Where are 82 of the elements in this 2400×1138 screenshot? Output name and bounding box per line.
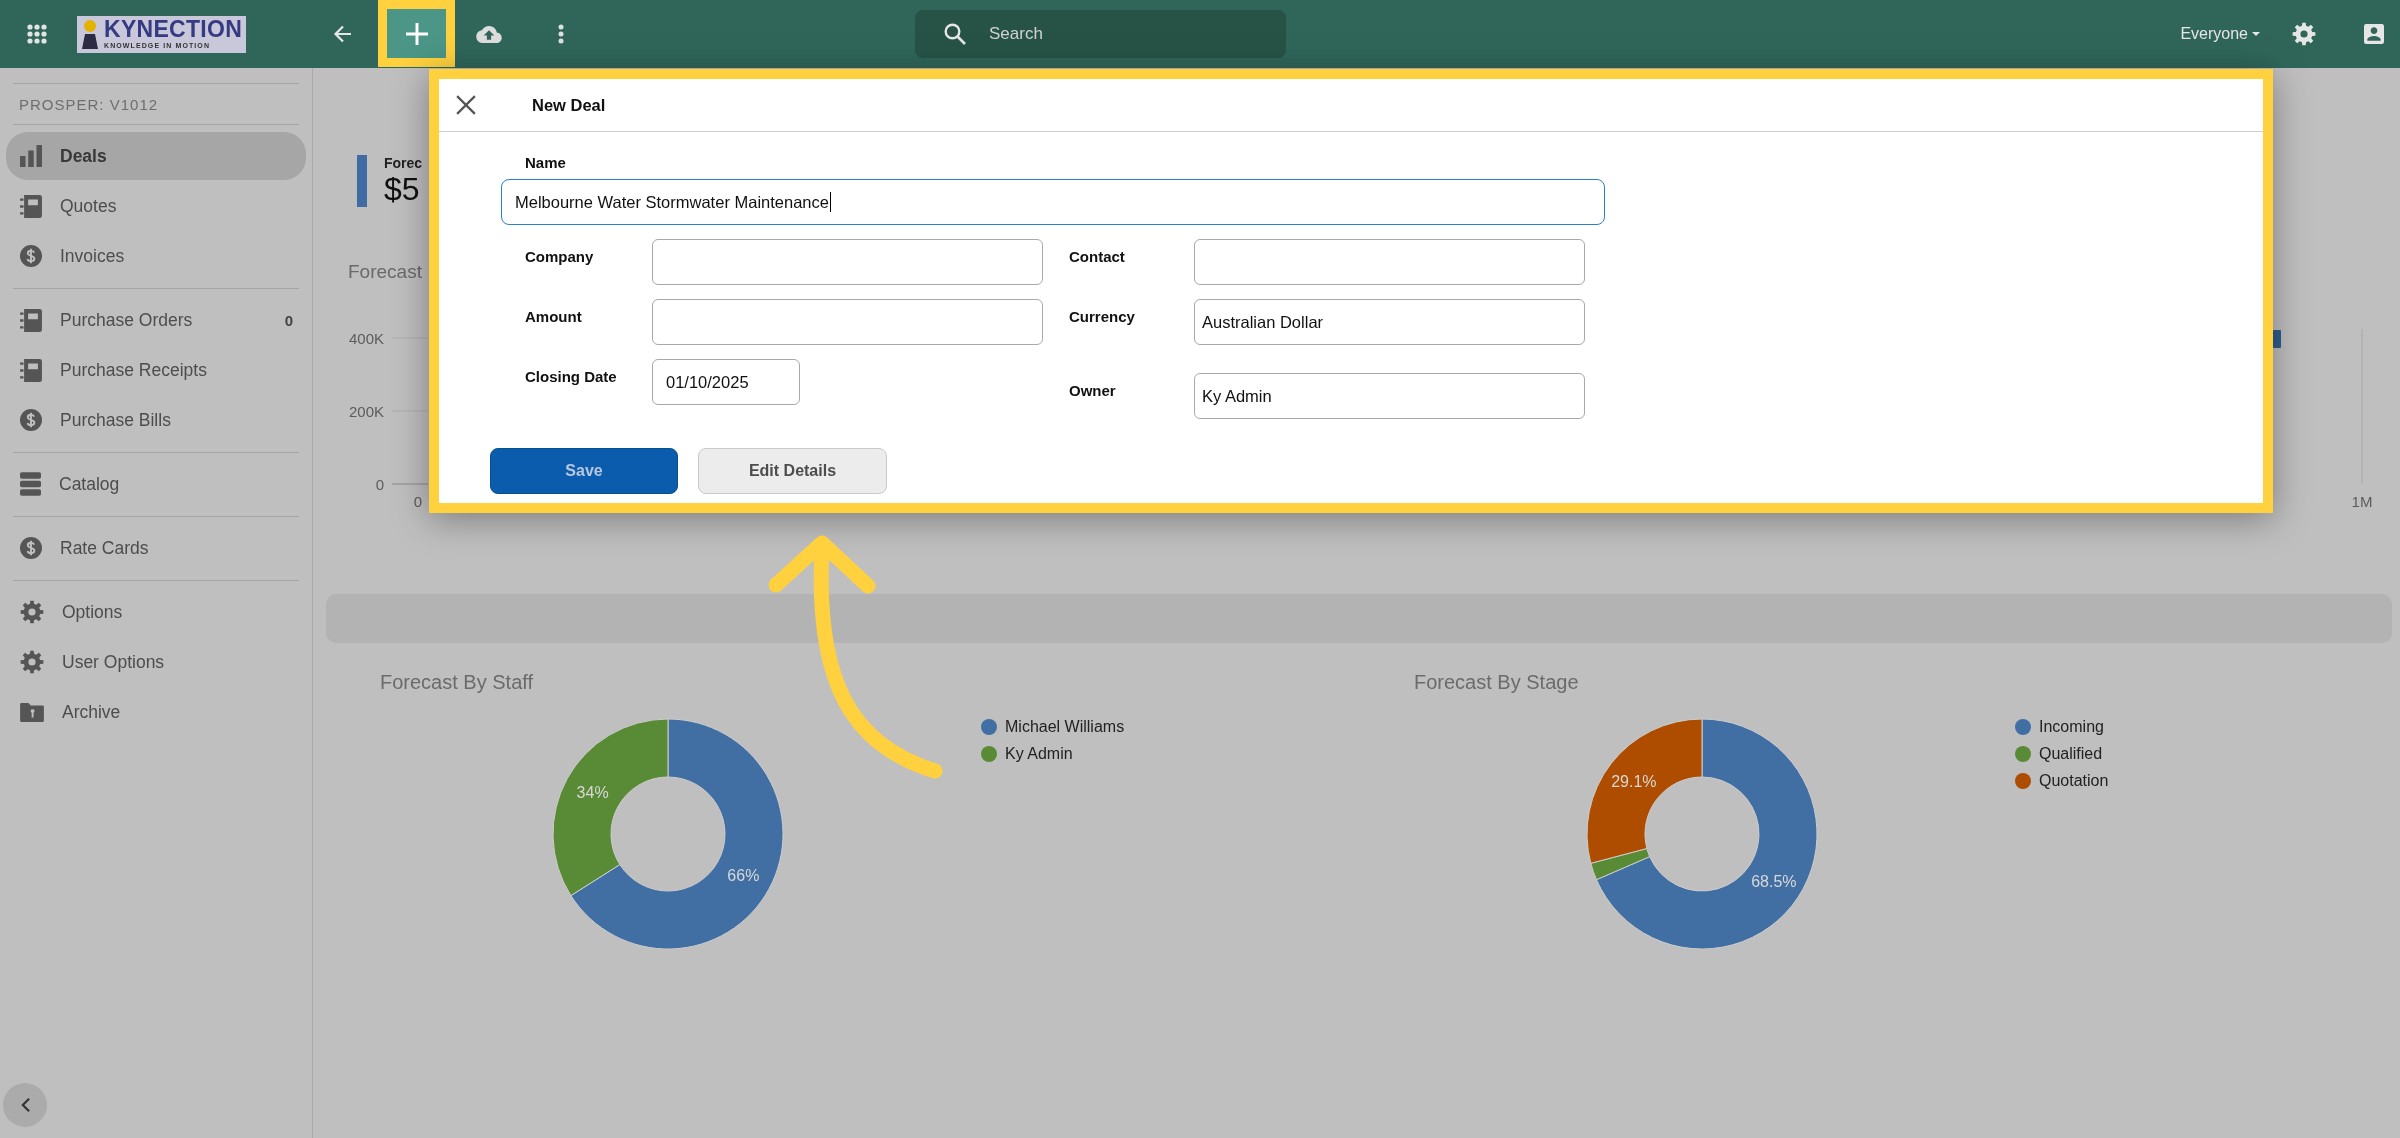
select-field[interactable]: Ky Admin [1194, 373, 1585, 419]
folder-lock-icon [20, 702, 44, 722]
chart-bar [2273, 330, 2281, 348]
sidebar-item[interactable]: Purchase Bills [6, 396, 306, 444]
notebook-icon [20, 358, 42, 382]
plus-icon [405, 22, 428, 45]
sidebar-item[interactable]: Purchase Orders 0 [6, 296, 306, 344]
secondary-button[interactable]: Edit Details [698, 448, 887, 494]
chart-title: Forecast By Stage [1414, 670, 1579, 694]
select-field[interactable]: Australian Dollar [1194, 299, 1585, 345]
chart-title: Forecast [348, 260, 422, 284]
settings-icon [20, 600, 44, 624]
apps-button[interactable] [27, 24, 47, 44]
account-icon [2364, 24, 2384, 44]
sidebar-item[interactable]: Catalog [6, 460, 306, 508]
legend-label: Incoming [2039, 717, 2104, 736]
field-label: Currency [1069, 308, 1135, 325]
dollar-coin-icon [20, 537, 42, 559]
close-icon [456, 95, 476, 115]
sidebar-item[interactable]: Deals [6, 132, 306, 180]
account-button[interactable] [2362, 22, 2386, 46]
accent-bar [357, 155, 367, 207]
data-label: 34% [576, 784, 609, 802]
sidebar-item[interactable]: User Options [6, 638, 306, 686]
text-cursor-icon [829, 192, 832, 212]
axis-label: 200K [348, 402, 384, 420]
chart-title: Forecast By Staff [380, 670, 534, 694]
mascot-icon [80, 19, 100, 49]
sidebar-item[interactable]: Invoices [6, 232, 306, 280]
sidebar-item[interactable]: Options [6, 588, 306, 636]
back-arrow-icon [333, 25, 353, 43]
bar-chart-icon [20, 145, 42, 167]
data-label: 29.1% [1611, 773, 1657, 790]
scope-dropdown[interactable]: Everyone [2180, 25, 2260, 43]
sidebar-header: PROSPER: V1012 [19, 95, 159, 113]
legend-label: Quotation [2039, 771, 2109, 790]
text-field[interactable] [1194, 239, 1585, 285]
field-label: Name [525, 154, 566, 172]
text-field[interactable]: Melbourne Water Stormwater Maintenance [501, 179, 1605, 225]
stack-icon [20, 472, 41, 496]
settings-icon [20, 650, 44, 674]
chevron-left-icon [20, 1097, 30, 1113]
dollar-coin-icon [20, 245, 42, 267]
add-button[interactable] [387, 9, 446, 58]
notebook-icon [20, 194, 42, 218]
stat-label: Forec [384, 155, 423, 171]
field-label: Amount [525, 308, 582, 325]
legend-label: Ky Admin [1005, 744, 1073, 763]
legend-label: Michael Williams [1005, 717, 1125, 736]
more-icon [558, 24, 564, 44]
field-label: Company [525, 248, 594, 265]
search-icon [944, 23, 966, 45]
logo-text: KYNECTION [104, 18, 243, 41]
data-label: 66% [727, 866, 760, 884]
axis-label: 0 [413, 492, 423, 510]
dialog-title: New Deal [532, 95, 606, 115]
apps-icon [27, 24, 47, 44]
axis-label: 400K [348, 329, 384, 347]
field-label: Owner [1069, 382, 1116, 399]
settings-icon [2292, 22, 2316, 46]
sidebar-item[interactable]: Archive [6, 688, 306, 736]
legend-label: Qualified [2039, 744, 2103, 763]
caret-icon [2252, 32, 2260, 36]
date-field[interactable]: 01/10/2025 [652, 359, 800, 405]
sidebar-item[interactable]: Rate Cards [6, 524, 306, 572]
cloud-upload-icon [476, 25, 502, 43]
data-label: 68.5% [1751, 872, 1797, 890]
text-field[interactable] [652, 239, 1043, 285]
notebook-icon [20, 308, 42, 332]
sidebar-item[interactable]: Quotes [6, 182, 306, 230]
field-label: Contact [1069, 248, 1125, 265]
field-label: Closing Date [525, 368, 617, 385]
sidebar-item[interactable]: Purchase Receipts [6, 346, 306, 394]
save-button[interactable]: Save [490, 448, 678, 494]
item-count: 0 [284, 311, 293, 329]
axis-label: 1M [2351, 492, 2373, 510]
search-field[interactable]: Search [915, 10, 1286, 58]
dollar-coin-icon [20, 409, 42, 431]
text-field[interactable] [652, 299, 1043, 345]
axis-label: 0 [375, 475, 384, 493]
stat-value: $5 [384, 171, 420, 207]
settings-button[interactable] [2292, 22, 2316, 46]
